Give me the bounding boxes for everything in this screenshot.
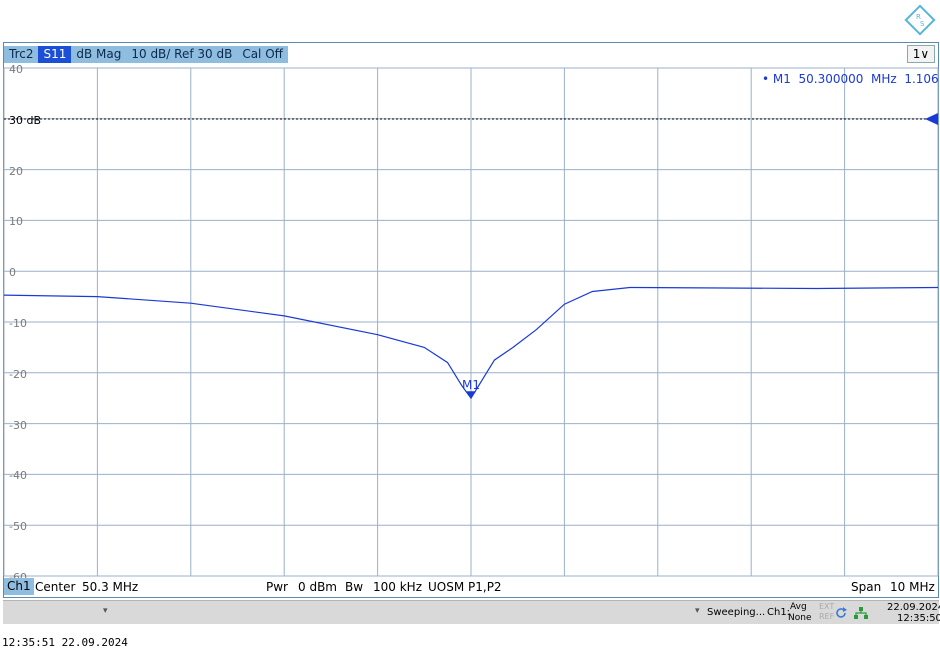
avg-label: Avg: [790, 602, 807, 612]
channel-info-bar[interactable]: Ch1 Center 50.3 MHz Pwr 0 dBm Bw 100 kHz…: [4, 577, 938, 597]
marker-readout[interactable]: • M1 50.300000 MHz 1.106 U: [762, 72, 940, 86]
sweep-dropdown-icon[interactable]: ▾: [695, 606, 700, 616]
status-channel: Ch1:: [767, 607, 791, 618]
channel-label[interactable]: Ch1: [4, 578, 34, 595]
screenshot-timestamp: 12:35:51 22.09.2024: [2, 636, 128, 649]
bandwidth-label: Bw: [345, 580, 364, 594]
port-config[interactable]: UOSM P1,P2: [428, 580, 502, 594]
y-tick-label: -10: [9, 317, 27, 330]
y-tick-label: -40: [9, 469, 27, 483]
center-label: Center: [35, 580, 76, 594]
y-tick-label: 40: [9, 63, 23, 76]
y-tick-label: 10: [9, 215, 23, 229]
marker-m1[interactable]: M1: [462, 378, 480, 399]
reference-level-marker-icon[interactable]: [925, 113, 938, 125]
power-value[interactable]: 0 dBm: [298, 580, 337, 594]
status-dropdown-icon[interactable]: ▾: [103, 606, 108, 616]
y-tick-label: 20: [9, 164, 23, 178]
plot-grid: [3, 67, 939, 577]
status-time: 12:35:50: [897, 613, 940, 624]
avg-value: None: [788, 613, 812, 623]
refresh-icon[interactable]: [833, 605, 849, 621]
bandwidth-value[interactable]: 100 kHz: [373, 580, 422, 594]
status-date: 22.09.2024: [887, 602, 940, 613]
marker-label: M1: [462, 378, 480, 392]
trace-plot[interactable]: M1: [0, 0, 940, 661]
y-tick-label: 30 dB: [9, 113, 42, 127]
center-value[interactable]: 50.3 MHz: [82, 580, 138, 594]
y-tick-label: -30: [9, 418, 27, 432]
sweep-status: Sweeping...: [707, 607, 766, 618]
y-tick-label: -50: [9, 520, 27, 534]
span-label: Span: [851, 580, 882, 594]
power-label: Pwr: [266, 580, 288, 594]
y-tick-label: 0: [9, 266, 16, 280]
ext-label: EXT: [819, 602, 835, 611]
status-bar: ▾ ▾ Sweeping... Ch1: Avg None EXT REF 22…: [3, 600, 940, 624]
span-value[interactable]: 10 MHz: [890, 580, 935, 594]
marker-triangle-icon: [466, 391, 476, 399]
y-tick-label: -20: [9, 367, 27, 381]
ref-label: REF: [819, 612, 835, 621]
network-icon: [854, 607, 868, 619]
